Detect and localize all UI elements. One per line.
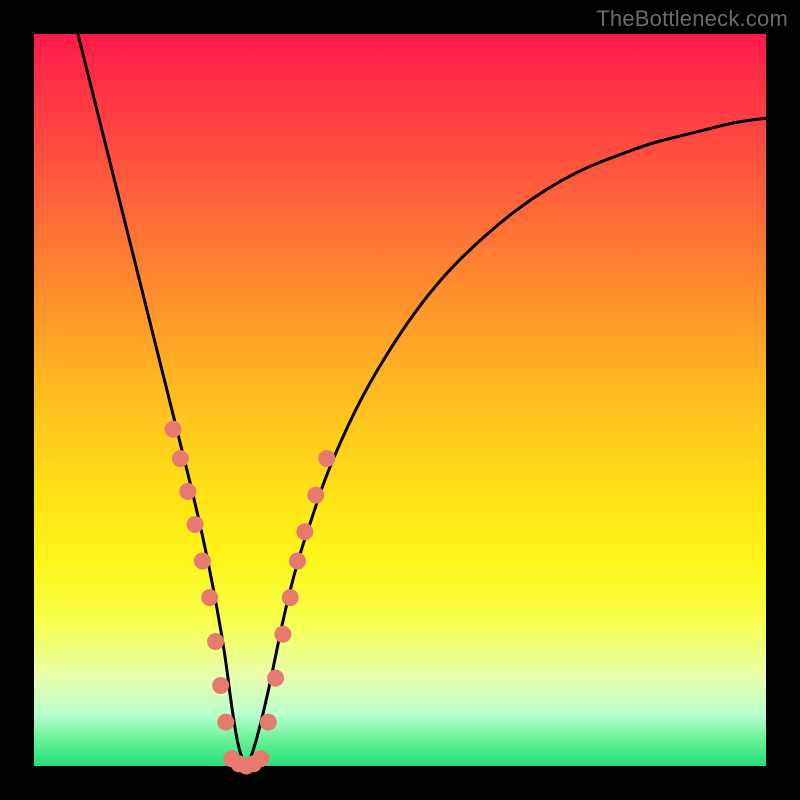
marker-dot — [172, 450, 189, 467]
marker-dot — [296, 523, 313, 540]
marker-dot — [194, 553, 211, 570]
marker-dot — [217, 714, 234, 731]
marker-dot — [187, 516, 204, 533]
marker-dot — [289, 553, 306, 570]
marker-dot — [260, 714, 277, 731]
chart-svg — [34, 34, 766, 766]
marker-dot — [179, 483, 196, 500]
data-markers — [165, 421, 336, 775]
chart-area — [34, 34, 766, 766]
bottleneck-curve — [78, 34, 766, 762]
marker-dot — [165, 421, 182, 438]
marker-dot — [201, 589, 218, 606]
marker-dot — [318, 450, 335, 467]
marker-dot — [267, 670, 284, 687]
marker-dot — [282, 589, 299, 606]
marker-dot — [274, 626, 291, 643]
marker-dot — [207, 633, 224, 650]
marker-dot — [307, 487, 324, 504]
marker-dot — [252, 750, 269, 767]
marker-dot — [212, 677, 229, 694]
watermark-text: TheBottleneck.com — [596, 6, 788, 32]
